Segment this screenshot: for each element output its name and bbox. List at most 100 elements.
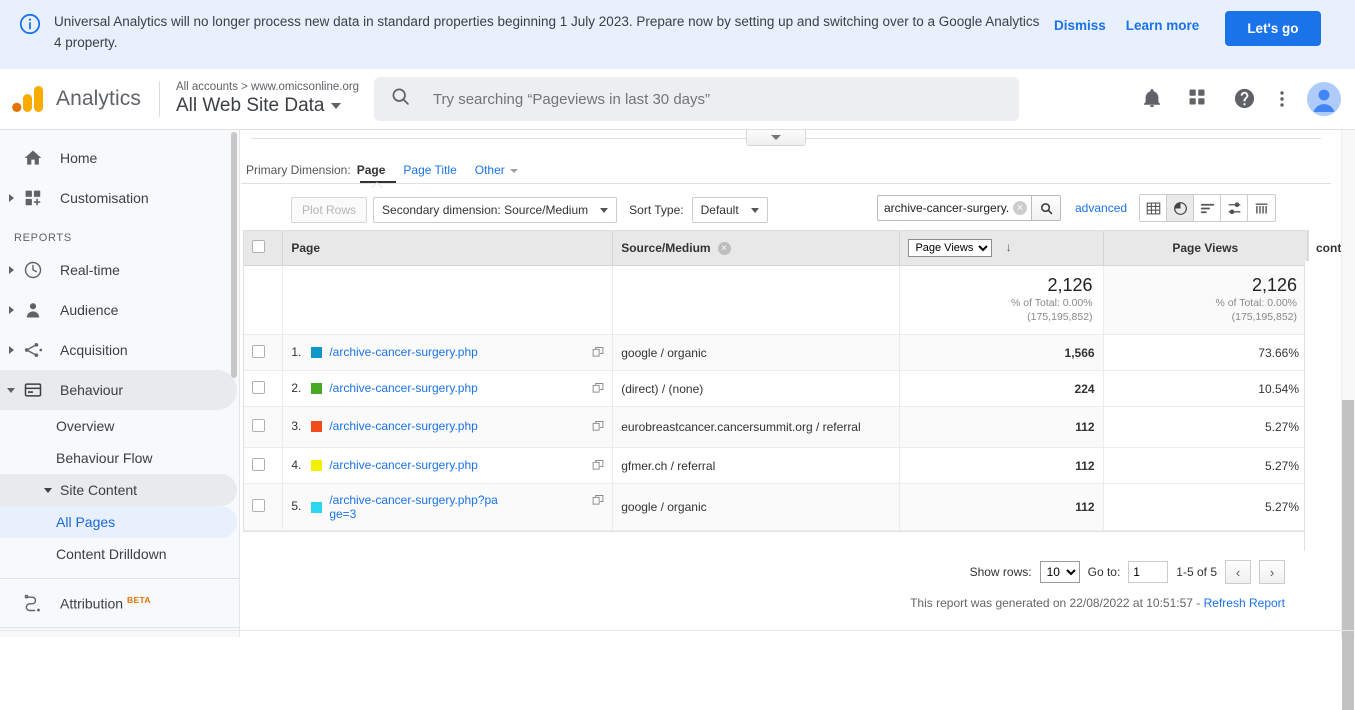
table-row[interactable]: 2. /archive-cancer-surgery.php (direct) /…	[244, 370, 1309, 407]
more-vert-icon[interactable]	[1279, 87, 1285, 111]
expand-arrow-icon[interactable]	[4, 266, 18, 274]
sidebar-item-behaviour[interactable]: Behaviour	[0, 370, 237, 410]
lets-go-button[interactable]: Let's go	[1225, 11, 1321, 46]
help-icon[interactable]	[1233, 87, 1257, 111]
sidebar-item-content-drilldown[interactable]: Content Drilldown	[0, 538, 237, 570]
search-input[interactable]	[430, 89, 1003, 109]
sort-type-select[interactable]: Default	[691, 197, 768, 223]
column-header-metric-select: Page Views ↓	[899, 231, 1104, 266]
totals-empty-2	[282, 265, 614, 335]
chevron-left-icon[interactable]: ‹	[1225, 560, 1251, 584]
advanced-link[interactable]: advanced	[1075, 201, 1127, 215]
sidebar-item-all-pages[interactable]: All Pages	[0, 506, 237, 538]
bell-icon[interactable]	[1141, 87, 1165, 111]
bottom-rule	[0, 630, 1355, 631]
refresh-report-link[interactable]: Refresh Report	[1204, 596, 1285, 610]
open-in-new-icon[interactable]	[592, 494, 604, 509]
sidebar-item-label: Customisation	[60, 190, 149, 206]
row-page-link[interactable]: /archive-cancer-surgery.php	[329, 345, 478, 359]
column-header-source-medium[interactable]: Source/Medium ×	[612, 231, 901, 266]
sidebar-item-audience[interactable]: Audience	[0, 290, 237, 330]
sidebar-item-behaviour-flow[interactable]: Behaviour Flow	[0, 442, 237, 474]
row-pct-cell: 5.27%	[1103, 483, 1309, 531]
clear-circle-icon[interactable]: ×	[1013, 201, 1027, 215]
comparison-view-icon[interactable]	[1221, 195, 1248, 221]
page-scrollbar-thumb[interactable]	[1342, 400, 1354, 710]
open-in-new-icon[interactable]	[592, 459, 604, 474]
totals-empty-3	[612, 265, 901, 335]
sort-desc-icon[interactable]: ↓	[1006, 240, 1012, 254]
learn-more-link[interactable]: Learn more	[1116, 12, 1210, 39]
remove-secondary-dimension-icon[interactable]: ×	[717, 242, 731, 256]
row-page-link[interactable]: /archive-cancer-surgery.php	[329, 419, 478, 433]
left-navigation: Home Customisation REPORTS Real-time Aud…	[0, 130, 240, 637]
table-search-input[interactable]	[877, 195, 1031, 221]
sidebar-item-real-time[interactable]: Real-time	[0, 250, 237, 290]
row-checkbox[interactable]	[252, 419, 265, 432]
table-row[interactable]: 1. /archive-cancer-surgery.php google / o…	[244, 334, 1309, 371]
row-page-link[interactable]: /archive-cancer-surgery.php	[329, 381, 478, 395]
open-in-new-icon[interactable]	[592, 420, 604, 435]
primary-dimension-page[interactable]: Page	[357, 163, 386, 177]
row-checkbox[interactable]	[252, 499, 265, 512]
performance-view-icon[interactable]	[1194, 195, 1221, 221]
breadcrumb: All accounts > www.omicsonline.org	[175, 81, 360, 93]
person-icon	[22, 299, 44, 321]
open-in-new-icon[interactable]	[592, 382, 604, 397]
plot-rows-button[interactable]: Plot Rows	[291, 197, 368, 223]
sidebar-item-home[interactable]: Home	[0, 138, 237, 178]
open-in-new-icon[interactable]	[592, 346, 604, 361]
property-name[interactable]: All Web Site Data	[176, 94, 366, 118]
account-selector[interactable]: All accounts > www.omicsonline.org All W…	[176, 80, 366, 118]
expand-arrow-icon[interactable]	[4, 346, 18, 354]
sidebar-item-overview[interactable]: Overview	[0, 410, 237, 442]
google-analytics-logo-icon	[12, 84, 46, 114]
sort-type-value: Default	[700, 203, 739, 217]
sidebar-item-site-content[interactable]: Site Content	[0, 474, 237, 506]
pie-view-icon[interactable]	[1167, 195, 1194, 221]
pivot-view-icon[interactable]	[1248, 195, 1275, 221]
table-view-icon[interactable]	[1140, 195, 1167, 221]
row-page-link[interactable]: /archive-cancer-surgery.php?page=3	[329, 493, 499, 521]
row-checkbox[interactable]	[252, 380, 265, 394]
dismiss-button[interactable]: Dismiss	[1044, 12, 1116, 39]
global-search[interactable]	[373, 77, 1019, 121]
page-scrollbar-track[interactable]	[1341, 130, 1355, 710]
sidebar-item-acquisition[interactable]: Acquisition	[0, 330, 237, 370]
header-actions	[1141, 82, 1341, 116]
collapse-arrow-icon[interactable]	[4, 387, 18, 393]
expand-arrow-icon[interactable]	[4, 194, 18, 202]
app-title: Analytics	[56, 87, 141, 110]
table-row[interactable]: 4. /archive-cancer-surgery.php gfmer.ch /…	[244, 447, 1309, 484]
row-page-link[interactable]: /archive-cancer-surgery.php	[329, 458, 478, 472]
apps-grid-icon[interactable]	[1187, 87, 1211, 111]
sidebar-subitem-label: Behaviour Flow	[56, 450, 153, 466]
column-header-page[interactable]: Page	[282, 231, 614, 266]
avatar[interactable]	[1307, 82, 1341, 116]
secondary-dimension-select[interactable]: Secondary dimension: Source/Medium	[373, 197, 618, 223]
metric-select[interactable]: Page Views	[908, 239, 993, 257]
select-all-checkbox[interactable]	[252, 240, 265, 253]
sidebar-item-attribution[interactable]: Attribution BETA	[0, 583, 237, 623]
show-rows-select[interactable]: 10	[1039, 561, 1080, 583]
toolbar-divider	[241, 183, 1331, 184]
table-row[interactable]: 5. /archive-cancer-surgery.php?page=3 goo…	[244, 483, 1309, 531]
table-search-button[interactable]	[1031, 195, 1061, 221]
sidebar-scrollbar[interactable]	[231, 132, 237, 378]
primary-dimension-other[interactable]: Other	[475, 163, 518, 177]
row-checkbox[interactable]	[252, 457, 265, 471]
collapse-chart-button[interactable]	[746, 130, 806, 146]
primary-dimension-page-title[interactable]: Page Title	[403, 163, 456, 177]
sidebar-item-customisation[interactable]: Customisation	[0, 178, 237, 218]
table-row[interactable]: 3. /archive-cancer-surgery.php eurobreast…	[244, 406, 1309, 448]
sidebar-section-reports: REPORTS	[14, 232, 72, 244]
column-header-page-views[interactable]: Page Views	[1103, 231, 1309, 266]
row-rank: 5.	[291, 499, 302, 514]
row-checkbox[interactable]	[252, 344, 265, 358]
chevron-down-icon	[44, 487, 52, 493]
chevron-right-icon[interactable]: ›	[1259, 560, 1285, 584]
goto-page-input[interactable]	[1128, 561, 1169, 583]
expand-arrow-icon[interactable]	[4, 306, 18, 314]
row-source-cell: (direct) / (none)	[612, 370, 901, 407]
table-toolbar: Plot Rows Secondary dimension: Source/Me…	[241, 192, 1331, 228]
